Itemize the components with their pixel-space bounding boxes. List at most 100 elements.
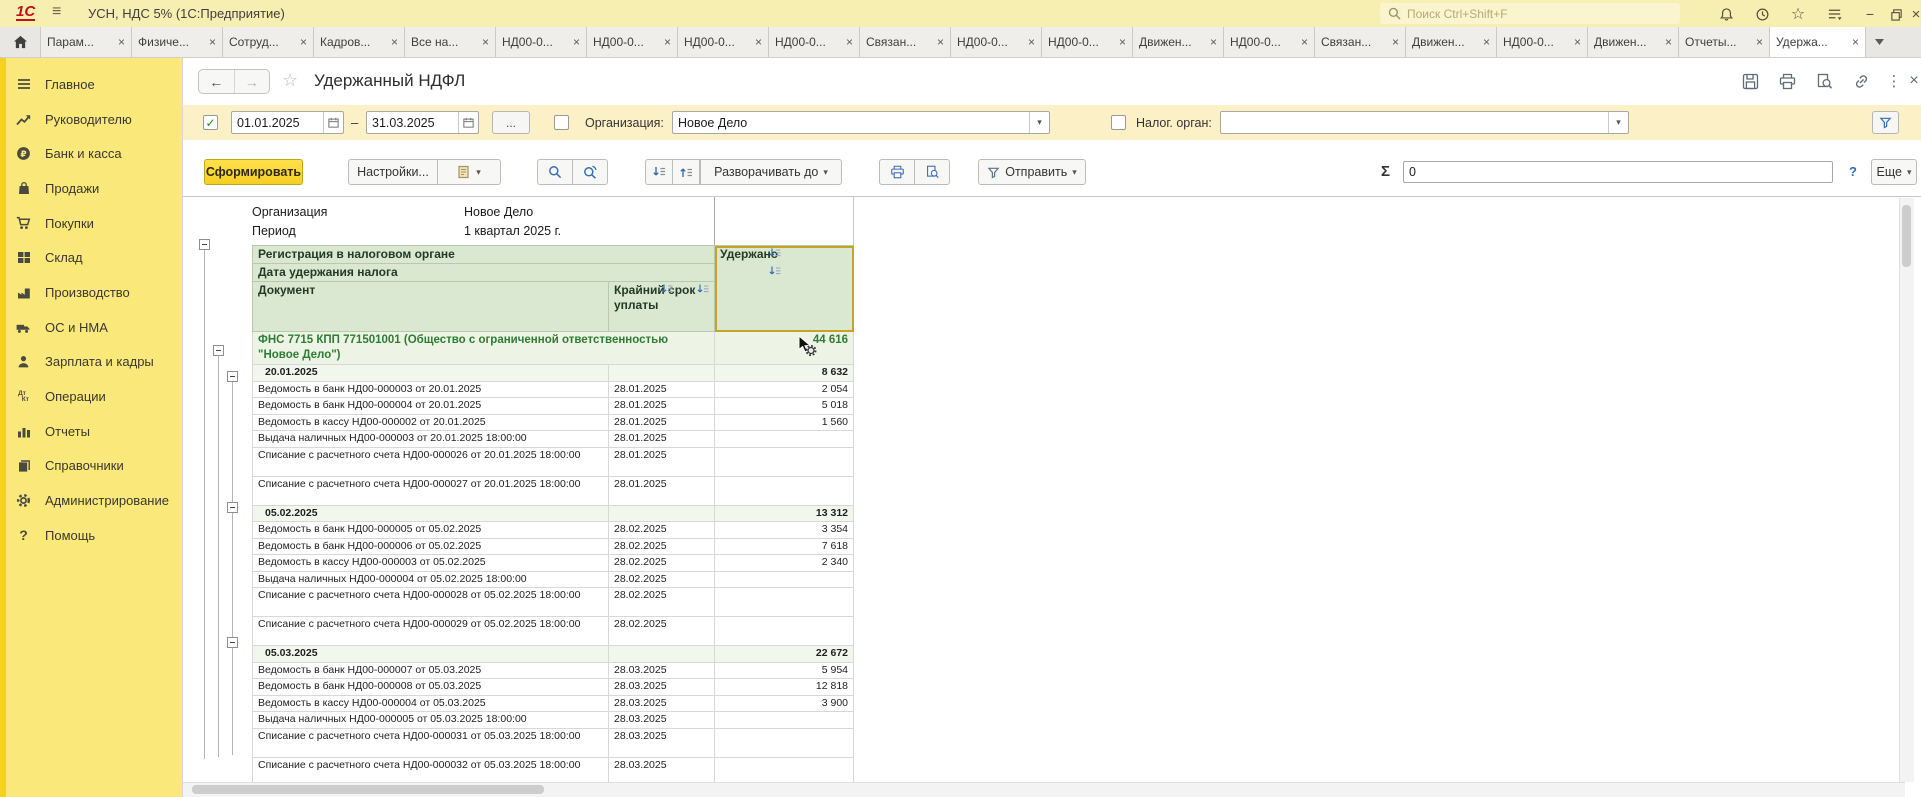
expand-groups-button[interactable] [645,159,673,185]
empty-cell[interactable] [609,365,715,382]
tab[interactable]: Отчеты... × [1679,27,1770,57]
sidebar-item-main[interactable]: Главное [0,67,182,102]
tab-close-icon[interactable]: × [300,35,307,49]
collapse-level-1-toggle[interactable] [199,239,210,250]
document-cell[interactable]: Ведомость в банк НД00-000008 от 05.03.20… [253,679,609,696]
collapse-groups-button[interactable] [672,159,700,185]
sidebar-item-bank[interactable]: ₽ Банк и касса [0,136,182,171]
filter-settings-button[interactable] [1872,111,1899,134]
document-cell[interactable]: Ведомость в банк НД00-000007 от 05.03.20… [253,662,609,679]
period-checkbox[interactable]: ✓ [203,115,218,130]
document-cell[interactable]: Списание с расчетного счета НД00-000028 … [253,588,609,617]
detail-row[interactable]: Списание с расчетного счета НД00-000028 … [253,588,854,617]
service-menu-icon[interactable] [1824,5,1844,23]
withheld-cell[interactable]: 5 018 [715,398,854,415]
group-total-cell[interactable]: 13 312 [715,505,854,522]
withheld-cell[interactable] [715,571,854,588]
tab-close-icon[interactable]: × [846,35,853,49]
detail-row[interactable]: Ведомость в банк НД00-000005 от 05.02.20… [253,522,854,539]
deadline-cell[interactable]: 28.03.2025 [609,728,715,757]
sidebar-item-sales[interactable]: Продажи [0,171,182,206]
tab[interactable]: Все на... × [405,27,496,57]
withheld-cell[interactable] [715,431,854,448]
withheld-cell[interactable]: 12 818 [715,679,854,696]
more-button[interactable]: Еще ▾ [1871,159,1917,185]
tab-close-icon[interactable]: × [573,35,580,49]
vertical-scroll-thumb[interactable] [1902,205,1911,267]
main-menu-icon[interactable]: ≡ [52,3,61,21]
document-cell[interactable]: Выдача наличных НД00-000004 от 05.02.202… [253,571,609,588]
vertical-scrollbar[interactable] [1899,198,1914,782]
withheld-cell[interactable] [715,447,854,476]
find-button[interactable] [537,159,573,185]
calendar-icon[interactable] [458,112,478,133]
tab-close-icon[interactable]: × [1756,35,1763,49]
tab[interactable]: НД00-0... × [1042,27,1133,57]
empty-cell[interactable] [609,646,715,663]
back-button[interactable]: ← [199,70,235,93]
tab-close-icon[interactable]: × [209,35,216,49]
horizontal-scrollbar[interactable] [183,782,1905,797]
sort-icon[interactable] [661,284,674,295]
tab[interactable]: НД00-0... × [769,27,860,57]
tax-authority-combo[interactable]: ▾ [1220,111,1629,134]
generate-button[interactable]: Сформировать [204,159,303,185]
header-document[interactable]: Документ [253,282,609,332]
detail-row[interactable]: Ведомость в кассу НД00-000003 от 05.02.2… [253,555,854,572]
group-row[interactable]: 05.03.2025 22 672 [253,646,854,663]
tab[interactable]: Сотруд... × [223,27,314,57]
tab[interactable]: НД00-0... × [587,27,678,57]
tab[interactable]: НД00-0... × [1497,27,1588,57]
deadline-cell[interactable]: 28.03.2025 [609,712,715,729]
detail-row[interactable]: Списание с расчетного счета НД00-000029 … [253,617,854,646]
tab-close-icon[interactable]: × [1392,35,1399,49]
tab-close-icon[interactable]: × [1210,35,1217,49]
document-cell[interactable]: Ведомость в банк НД00-000004 от 20.01.20… [253,398,609,415]
forward-button[interactable]: → [235,70,270,93]
preview-button[interactable] [914,159,950,185]
document-cell[interactable]: Ведомость в кассу НД00-000004 от 05.03.2… [253,695,609,712]
close-window-icon[interactable]: × [1906,5,1921,23]
tab-close-icon[interactable]: × [1028,35,1035,49]
tab-close-icon[interactable]: × [118,35,125,49]
deadline-cell[interactable]: 28.03.2025 [609,662,715,679]
withheld-cell[interactable] [715,617,854,646]
organization-combo[interactable]: Новое Дело ▾ [672,111,1050,134]
tab-close-icon[interactable]: × [755,35,762,49]
tab[interactable]: Движен... × [1406,27,1497,57]
autosum-field[interactable]: 0 [1403,161,1833,183]
sidebar-item-operations[interactable]: Дт Кт Операции [0,379,182,414]
group-date-cell[interactable]: 05.02.2025 [253,505,609,522]
deadline-cell[interactable]: 28.03.2025 [609,695,715,712]
tab[interactable]: Движен... × [1133,27,1224,57]
withheld-cell[interactable]: 3 354 [715,522,854,539]
tab-active[interactable]: Удержа... × [1770,27,1866,57]
combo-dropdown-icon[interactable]: ▾ [1029,112,1049,133]
help-icon[interactable]: ? [1849,164,1857,179]
document-cell[interactable]: Выдача наличных НД00-000005 от 05.03.202… [253,712,609,729]
restore-window-icon[interactable] [1886,5,1906,23]
withheld-cell[interactable] [715,476,854,505]
tab[interactable]: Кадров... × [314,27,405,57]
detail-row[interactable]: Ведомость в кассу НД00-000002 от 20.01.2… [253,414,854,431]
withheld-cell[interactable]: 2 054 [715,381,854,398]
favorites-star-icon[interactable]: ☆ [1788,5,1808,23]
deadline-cell[interactable]: 28.02.2025 [609,522,715,539]
empty-cell[interactable] [609,505,715,522]
tab-close-icon[interactable]: × [1574,35,1581,49]
collapse-group-toggle[interactable] [227,502,238,513]
tab-close-icon[interactable]: × [1665,35,1672,49]
group-row[interactable]: 20.01.2025 8 632 [253,365,854,382]
save-icon[interactable] [1739,71,1761,91]
sidebar-item-administration[interactable]: Администрирование [0,483,182,518]
send-button[interactable]: Отправить ▾ [978,159,1086,185]
collapse-group-toggle[interactable] [227,637,238,648]
date-from-field[interactable]: 01.01.2025 [231,111,344,134]
print-button[interactable] [879,159,915,185]
horizontal-scroll-thumb[interactable] [192,785,544,794]
global-search-input[interactable]: Поиск Ctrl+Shift+F [1380,3,1680,24]
sidebar-item-reports[interactable]: Отчеты [0,414,182,449]
detail-row[interactable]: Выдача наличных НД00-000005 от 05.03.202… [253,712,854,729]
close-report-icon[interactable]: × [1903,71,1921,91]
withheld-cell[interactable]: 5 954 [715,662,854,679]
